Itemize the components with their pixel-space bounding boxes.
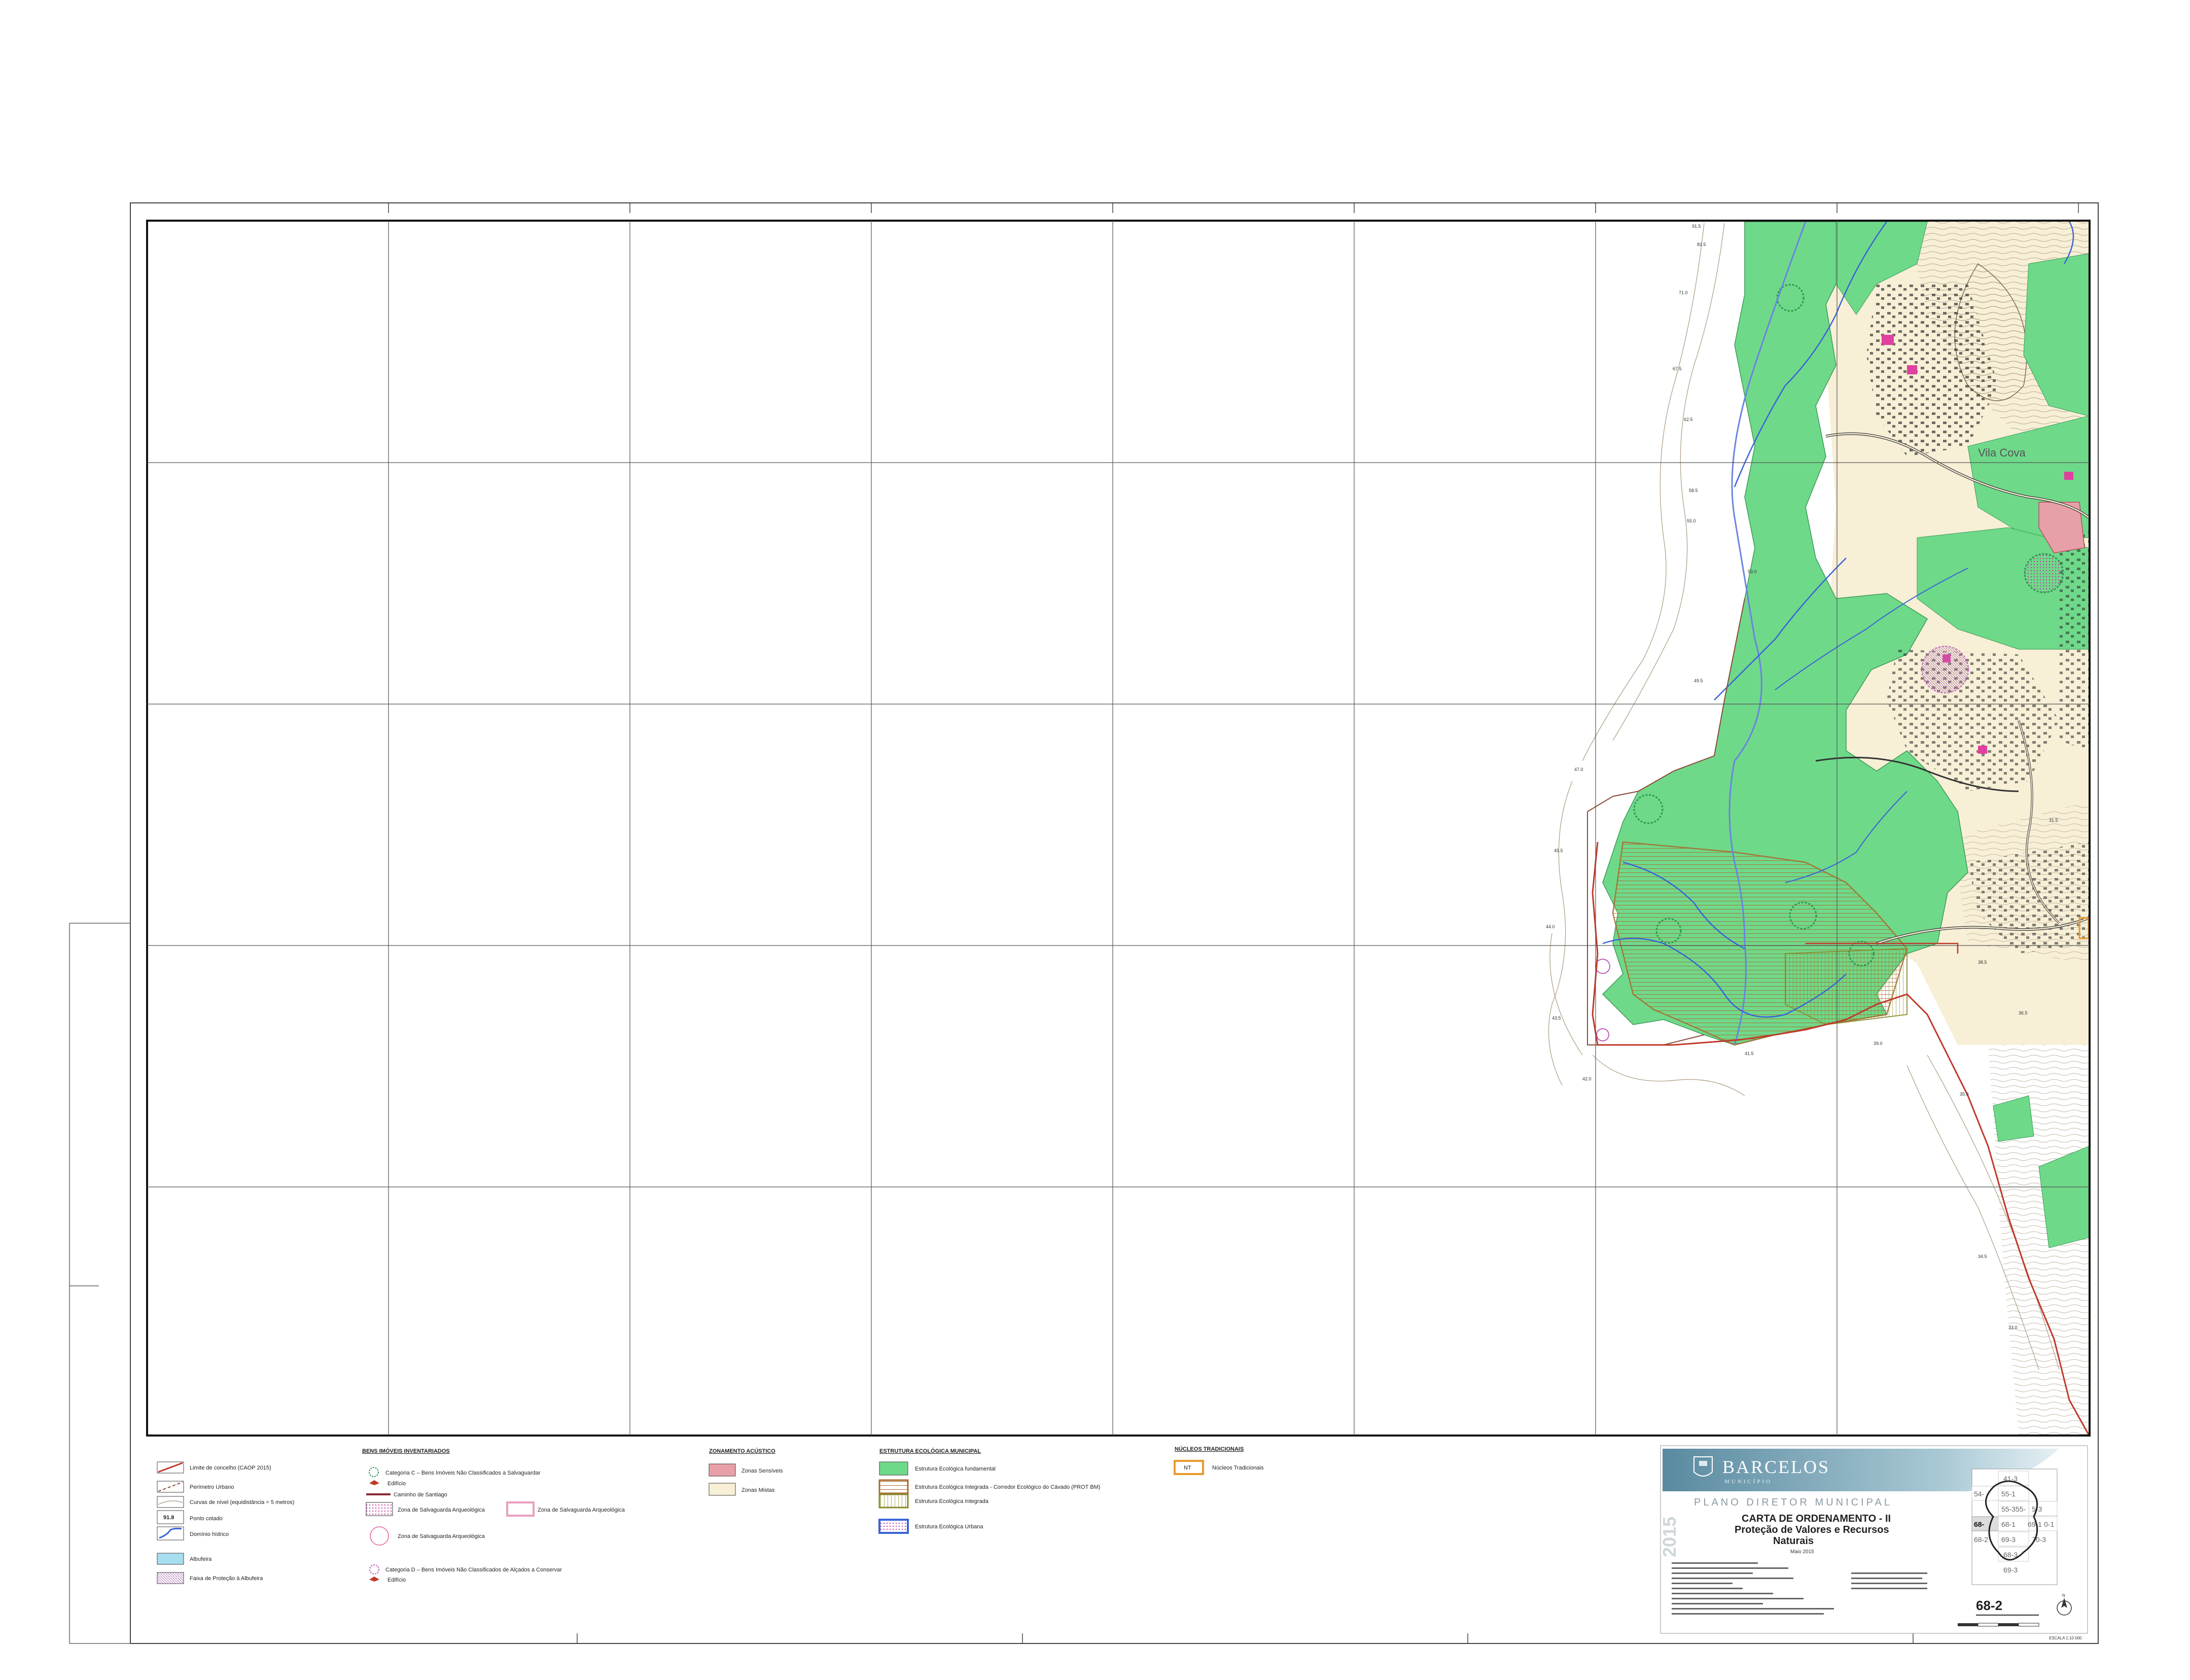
legend-eem-integrated: Estrutura Ecológica Integrada [915, 1498, 989, 1504]
index-cell: 55- [2016, 1505, 2026, 1513]
spot-height: 35.0 [1960, 1092, 1969, 1097]
legend-urban-perimeter-label: Perímetro Urbano [190, 1484, 234, 1490]
legend-mixed-label: Zonas Mistas [741, 1487, 775, 1493]
legend-nt-label: Núcleos Tradicionais [1212, 1465, 1264, 1471]
north-label: N [2062, 1593, 2065, 1598]
spot-height: 39.0 [1874, 1041, 1883, 1046]
spot-height: 55.0 [1687, 518, 1696, 523]
index-cell-current: 68- [1974, 1520, 1985, 1528]
spot-height: 33.0 [2008, 1325, 2018, 1330]
municipality-sub: MUNICÍPIO [1724, 1479, 1772, 1485]
spot-height: 44.0 [1546, 924, 1555, 929]
index-cell: 69-3 [2001, 1535, 2016, 1544]
spot-height: 58.5 [1689, 488, 1698, 493]
legend-eem-urban: Estrutura Ecológica Urbana [915, 1524, 983, 1530]
legend-eem-fundamental: Estrutura Ecológica fundamental [915, 1466, 996, 1472]
legend-boundary-label: Limite de concelho (CAOP 2015) [190, 1465, 271, 1471]
legend-arch-zone-1: Zona de Salvaguarda Arqueológica [398, 1507, 485, 1513]
index-cell: 55-1 [2001, 1490, 2016, 1498]
map-title-3: Naturais [1773, 1535, 1814, 1547]
spot-height: 49.5 [1694, 678, 1703, 683]
legend-col-3: ZONAMENTO ACÚSTICO Zonas Sensíveis Zonas… [709, 1448, 783, 1496]
legend-heritage-title: BENS IMÓVEIS INVENTARIADOS [362, 1448, 450, 1454]
map-sheet: 91.5 82.5 71.0 67.5 62.5 58.5 55.0 53.0 … [0, 0, 2190, 1677]
legend-eem-corridor: Estrutura Ecológica Integrada - Corredor… [915, 1484, 1100, 1490]
legend-reservoir-label: Albufeira [190, 1556, 212, 1562]
legend-water-label: Domínio hídrico [190, 1531, 229, 1537]
legend-col-4: ESTRUTURA ECOLÓGICA MUNICIPAL Estrutura … [878, 1448, 1100, 1534]
index-cell: 68-1 [2001, 1520, 2016, 1528]
legend-cat-c-label: Categoria C – Bens Imóveis Não Classific… [385, 1470, 541, 1476]
index-cell: 0-1 [2044, 1520, 2054, 1528]
plan-name: PLANO DIRETOR MUNICIPAL [1694, 1497, 1892, 1508]
spot-height: 38.5 [1978, 960, 1987, 965]
legend: Limite de concelho (CAOP 2015) Perímetro… [157, 1446, 1264, 1584]
spot-height: 42.0 [1582, 1076, 1592, 1081]
legend-nt-title: NÚCLEOS TRADICIONAIS [1175, 1446, 1244, 1452]
index-cell: 69-1 [2028, 1520, 2042, 1528]
spot-height: 36.5 [2019, 1010, 2028, 1016]
legend-col-2: BENS IMÓVEIS INVENTARIADOS Categoria C –… [362, 1448, 625, 1583]
legend-contours-label: Curvas de nível (equidistância = 5 metro… [190, 1499, 294, 1506]
index-cell: 69-3 [2003, 1566, 2018, 1574]
index-cell: 54- [1974, 1490, 1985, 1498]
spot-height: 67.5 [1673, 366, 1682, 371]
map-date: Maio 2015 [1790, 1549, 1814, 1555]
scale-label: ESCALA 1:10 000 [2049, 1636, 2082, 1640]
spot-height: 62.5 [1684, 417, 1693, 422]
sheet-number: 68-2 [1976, 1598, 2002, 1613]
spot-height: 47.0 [1574, 767, 1583, 772]
legend-arch-zone-2: Zona de Salvaguarda Arqueológica [538, 1507, 625, 1513]
spot-height: 91.5 [1692, 224, 1701, 229]
municipality-name: BARCELOS [1722, 1457, 1830, 1477]
title-block: BARCELOS MUNICÍPIO 2015 PLANO DIRETOR MU… [1659, 1445, 2088, 1640]
legend-col-1: Limite de concelho (CAOP 2015) Perímetro… [157, 1461, 294, 1584]
legend-sensitive-label: Zonas Sensíveis [741, 1468, 783, 1474]
legend-nt-sample: NT [1184, 1465, 1191, 1471]
legend-col-5: NÚCLEOS TRADICIONAIS NT Núcleos Tradicio… [1174, 1446, 1264, 1475]
legend-eem-title: ESTRUTURA ECOLÓGICA MUNICIPAL [879, 1448, 981, 1454]
legend-reservoir-protection-label: Faixa de Proteção à Albufeira [190, 1576, 263, 1582]
spot-height: 43.5 [1552, 1016, 1561, 1021]
map-title-2: Proteção de Valores e Recursos [1735, 1524, 1889, 1535]
legend-building-label: Edifício [387, 1481, 406, 1487]
spot-height: 53.0 [1748, 569, 1757, 574]
place-label: Vila Cova [1978, 446, 2026, 459]
sheet-index: 41-3 54- 55-1 55-3 55- 5-3 68- 68-1 69-1… [1971, 1468, 2058, 1585]
legend-acoustic-title: ZONAMENTO ACÚSTICO [709, 1448, 775, 1454]
index-cell: 68-2 [1974, 1535, 1988, 1544]
index-cell: 55-3 [2001, 1505, 2016, 1513]
spot-height: 31.5 [2049, 818, 2058, 823]
legend-arch-zone-3: Zona de Salvaguarda Arqueológica [398, 1533, 485, 1539]
map-title-1: CARTA DE ORDENAMENTO - II [1742, 1513, 1891, 1524]
legend-spot-label: Ponto cotado [190, 1516, 223, 1522]
legend-spot-sample: 91.8 [163, 1515, 174, 1521]
spot-height: 45.5 [1554, 848, 1563, 853]
spot-height: 71.0 [1679, 290, 1688, 295]
plan-year: 2015 [1659, 1517, 1680, 1557]
spot-height: 34.5 [1978, 1254, 1987, 1259]
legend-santiago-label: Caminho de Santiago [394, 1492, 447, 1498]
legend-building-d-label: Edifício [387, 1577, 406, 1583]
spot-height: 41.5 [1745, 1051, 1754, 1056]
map-svg: 91.5 82.5 71.0 67.5 62.5 58.5 55.0 53.0 … [69, 202, 2099, 1644]
spot-height: 82.5 [1697, 242, 1706, 247]
legend-cat-d-label: Categoria D – Bens Imóveis Não Classific… [385, 1567, 562, 1573]
